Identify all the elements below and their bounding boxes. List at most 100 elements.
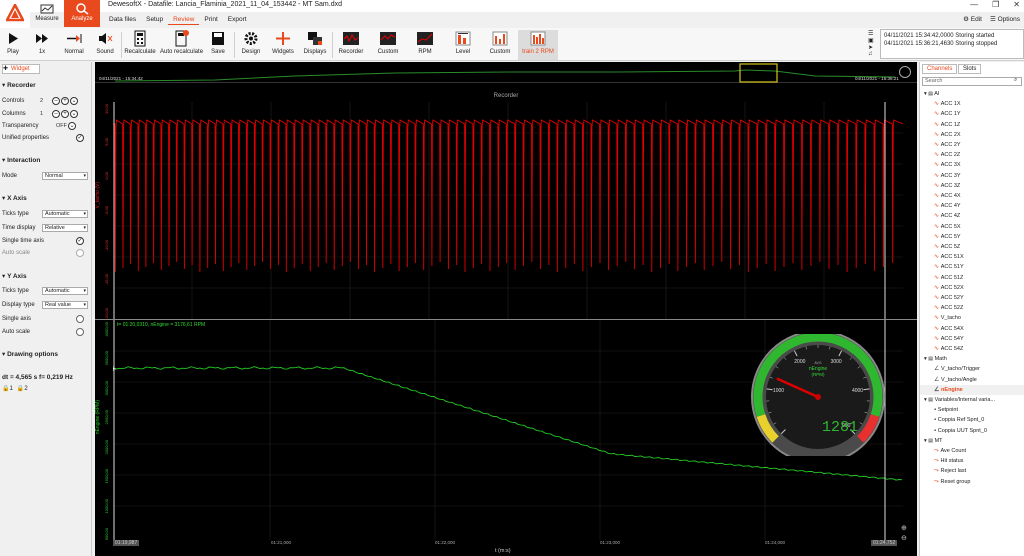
channel-item[interactable]: ⤳ Reject last [920,466,1024,476]
display-custom2-button[interactable]: Custom [486,30,514,60]
menu-setup[interactable]: Setup [141,15,168,25]
recorder-display[interactable]: 04/11/2021 - 15:34:42 04/11/2021 - 15:36… [95,62,917,556]
log-list-icon[interactable]: ☰ [868,30,878,37]
edit-button[interactable]: ⚙ Edit [963,15,982,23]
tab-analyze[interactable]: Analyze [64,0,100,27]
normal-button[interactable]: Normal [62,30,86,60]
channel-item[interactable]: ⤳ Ave Count [920,446,1024,456]
x-autoscale-checkbox[interactable] [76,249,84,257]
channel-item[interactable]: ∿ ACC 51X [920,252,1024,262]
log-save-icon[interactable]: ▣ [868,37,878,44]
channel-item[interactable]: ▪ Coppia Ref Spnt_0 [920,415,1024,425]
pin-icon[interactable]: ✚ [3,65,8,72]
menu-print[interactable]: Print [199,15,222,25]
close-icon[interactable]: ✕ [1013,0,1020,9]
y-ticks-select[interactable]: Automatic [42,287,88,295]
channel-item[interactable]: ∿ ACC 3Z [920,181,1024,191]
section-y-axis[interactable]: Y Axis [2,272,27,280]
section-recorder[interactable]: Recorder [2,81,36,89]
log-pointer-icon[interactable]: ➤ [868,44,878,51]
channel-group[interactable]: ▾ ▤ AI [920,89,1024,99]
channel-item[interactable]: ⤳ Hit status [920,456,1024,466]
displays-button[interactable]: Displays [302,30,328,60]
channel-item[interactable]: ∠ nEngine [920,384,1024,395]
channel-item[interactable]: ∠ V_tacho/Trigger [920,364,1024,374]
channel-item[interactable]: ∿ ACC 54Z [920,344,1024,354]
display-train-rpm-button[interactable]: train 2 RPM [518,30,558,60]
channel-item[interactable]: ∿ ACC 52Y [920,293,1024,303]
x-ticks-select[interactable]: Automatic [42,210,88,218]
design-button[interactable]: Design [240,30,262,60]
play-button[interactable]: Play [4,30,22,60]
channel-item[interactable]: ∠ V_tacho/Angle [920,375,1024,385]
channel-item[interactable]: ▪ Setpoint [920,405,1024,415]
channel-item[interactable]: ∿ ACC 1Z [920,120,1024,130]
overview-selection[interactable] [739,63,778,83]
channel-item[interactable]: ∿ ACC 2Z [920,150,1024,160]
minimize-icon[interactable]: — [970,0,978,9]
display-type-select[interactable]: Real value [42,301,88,309]
channel-group[interactable]: ▾ ▤ Math [920,354,1024,364]
minus-icon[interactable]: – [52,97,60,105]
channel-item[interactable]: ∿ ACC 4Y [920,201,1024,211]
channel-item[interactable]: ∿ ACC 5Z [920,242,1024,252]
channel-item[interactable]: ∿ ACC 1Y [920,109,1024,119]
chevron-down-icon[interactable]: ⌄ [68,122,76,130]
display-recorder-button[interactable]: Recorder [336,30,366,60]
display-custom-button[interactable]: Custom [374,30,402,60]
channel-item[interactable]: ∿ ACC 4Z [920,211,1024,221]
menu-export[interactable]: Export [223,15,252,25]
channel-item[interactable]: ∿ ACC 5X [920,222,1024,232]
menu-data-files[interactable]: Data files [104,15,141,25]
overview-strip[interactable]: 04/11/2021 - 15:34:42 04/11/2021 - 15:36… [95,62,917,83]
zoom-out-icon[interactable]: ⊖ [901,534,907,542]
minus-icon[interactable]: – [52,110,60,118]
plus-icon[interactable]: + [61,97,69,105]
channel-item[interactable]: ∿ ACC 51Y [920,262,1024,272]
options-button[interactable]: ☰ Options [990,15,1020,23]
channel-group[interactable]: ▾ ▤ MT [920,436,1024,446]
channel-item[interactable]: ∿ ACC 54Y [920,334,1024,344]
cursor-1-lock[interactable]: 🔒1 [2,385,13,392]
channel-item[interactable]: ∿ ACC 54X [920,324,1024,334]
chevron-down-icon[interactable]: ⌄ [70,110,78,118]
channel-search-input[interactable]: Search [922,77,1022,86]
tab-slots[interactable]: Slots [958,64,982,74]
chevron-down-icon[interactable]: ⌄ [70,97,78,105]
clock-icon[interactable] [899,66,911,78]
rpm-gauge[interactable]: 10002000 30004000000 AVG nEngine (RPM) 12… [745,334,891,456]
channel-item[interactable]: ∿ ACC 3Y [920,171,1024,181]
zoom-in-icon[interactable]: ⊕ [901,524,907,532]
channel-item[interactable]: ∿ ACC 3X [920,160,1024,170]
display-level-button[interactable]: Level [450,30,476,60]
channel-item[interactable]: ∿ ACC 2X [920,130,1024,140]
mode-select[interactable]: Normal [42,172,88,180]
y-autoscale-checkbox[interactable] [76,328,84,336]
channel-item[interactable]: ∿ ACC 51Z [920,273,1024,283]
section-x-axis[interactable]: X Axis [2,194,27,202]
auto-recalculate-button[interactable]: Auto recalculate [160,30,203,60]
tab-channels[interactable]: Channels [922,64,958,74]
recalculate-button[interactable]: Recalculate [124,30,156,60]
speed-button[interactable]: 1x [32,30,52,60]
channel-item[interactable]: ∿ V_tacho [920,313,1024,323]
widgets-button[interactable]: Widgets [270,30,296,60]
channel-item[interactable]: ∿ ACC 1X [920,99,1024,109]
section-drawing-options[interactable]: Drawing options [2,350,58,358]
time-display-select[interactable]: Relative [42,224,88,232]
channel-item[interactable]: ∿ ACC 52Z [920,303,1024,313]
sound-button[interactable]: Sound [94,30,116,60]
channel-item[interactable]: ∿ ACC 2Y [920,140,1024,150]
channel-item[interactable]: ∿ ACC 52X [920,283,1024,293]
cursor-2-lock[interactable]: 🔒2 [17,385,28,392]
channel-item[interactable]: ∿ ACC 5Y [920,232,1024,242]
display-rpm-button[interactable]: RPM [412,30,438,60]
save-button[interactable]: Save [208,30,228,60]
unified-checkbox[interactable]: ✓ [76,134,84,142]
channel-item[interactable]: ▪ Coppia UUT Spnt_0 [920,426,1024,436]
channel-item[interactable]: ⤳ Reset group [920,477,1024,487]
channel-group[interactable]: ▾ ▤ Variables/Internal varia... [920,395,1024,405]
single-time-checkbox[interactable]: ✓ [76,237,84,245]
channel-item[interactable]: ∿ ACC 4X [920,191,1024,201]
tab-measure[interactable]: Measure [30,0,64,27]
